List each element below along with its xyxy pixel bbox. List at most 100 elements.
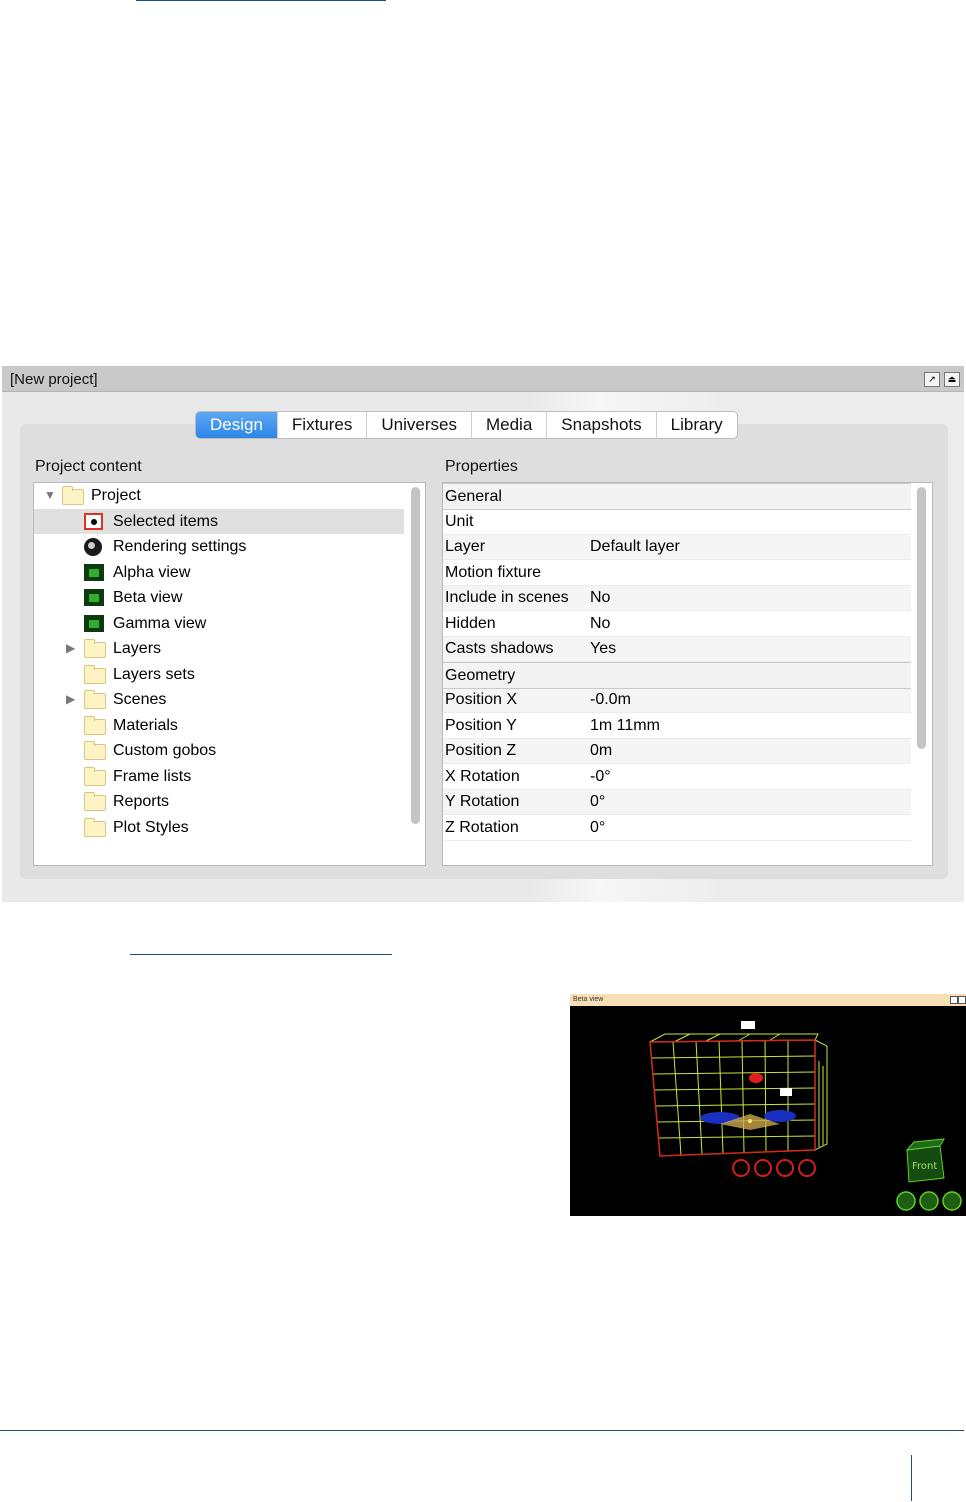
eject-icon[interactable] <box>958 996 966 1004</box>
tree-item-label: Gamma view <box>113 614 207 632</box>
folder-icon <box>84 690 106 709</box>
property-name: Include in scenes <box>445 589 569 606</box>
list-icon[interactable] <box>798 1159 816 1177</box>
eject-icon[interactable]: ⏏ <box>944 372 960 387</box>
property-name: Unit <box>445 512 474 530</box>
tab-fixtures[interactable]: Fixtures <box>276 412 367 438</box>
project-content-heading: Project content <box>35 458 142 475</box>
tree-item[interactable]: Selected items <box>34 508 404 534</box>
property-group-header[interactable]: Geometry <box>443 661 911 689</box>
property-row[interactable]: Position Y 1m 11mm <box>443 713 911 739</box>
property-row[interactable]: Unit <box>443 509 911 535</box>
menu-icon[interactable] <box>942 1191 962 1211</box>
footer-rule <box>0 1430 964 1431</box>
expand-arrow-icon[interactable]: ▼ <box>44 483 56 508</box>
tree-item[interactable]: Plot Styles <box>34 815 404 840</box>
tree-item[interactable]: ▶ Scenes <box>34 687 404 712</box>
viewport-controls[interactable] <box>732 1159 816 1177</box>
property-row[interactable]: Z Rotation 0° <box>443 815 911 841</box>
tree-item[interactable]: Alpha view <box>34 560 404 585</box>
orbit-icon[interactable] <box>896 1191 916 1211</box>
tree-item[interactable]: Rendering settings <box>34 534 404 559</box>
folder-icon <box>84 741 106 760</box>
tree-item[interactable]: Beta view <box>34 585 404 610</box>
tree-item-label: Beta view <box>113 589 183 606</box>
property-value[interactable]: 0m <box>590 738 612 763</box>
project-tree[interactable]: Plot Styles Reports Frame lists Custom gobo… <box>33 482 426 866</box>
pan-icon[interactable] <box>919 1191 939 1211</box>
refresh-icon[interactable] <box>776 1159 794 1177</box>
zoom-fit-icon[interactable] <box>732 1159 750 1177</box>
tree-item-label: Custom gobos <box>113 742 217 759</box>
tree-item-label: Project <box>91 487 141 504</box>
undock-icon[interactable]: ↗ <box>924 372 940 387</box>
property-value[interactable]: -0.0m <box>590 687 631 712</box>
property-value[interactable]: 0° <box>590 815 605 840</box>
property-row[interactable]: Casts shadows Yes <box>443 636 911 662</box>
property-name: Motion fixture <box>445 563 542 581</box>
tab-library[interactable]: Library <box>655 412 737 438</box>
property-name: General <box>445 488 502 505</box>
3d-viewport[interactable]: Front <box>570 1006 966 1216</box>
tree-item[interactable]: Custom gobos <box>34 738 404 763</box>
tab-universes[interactable]: Universes <box>366 412 471 438</box>
tree-item[interactable]: Frame lists <box>34 764 404 789</box>
property-value[interactable]: Default layer <box>590 534 680 559</box>
property-row[interactable]: Hidden No <box>443 611 911 637</box>
beta-view-title: Beta view <box>573 996 604 1003</box>
tree-item[interactable]: ▼ Project <box>34 483 404 508</box>
property-row[interactable]: Position X -0.0m <box>443 687 911 713</box>
property-name: Position Y <box>445 716 517 734</box>
tree-item[interactable]: Materials <box>34 713 404 738</box>
tree-item[interactable]: ▶ Layers <box>34 636 404 661</box>
property-name: Casts shadows <box>445 640 554 657</box>
undock-icon[interactable] <box>950 996 958 1004</box>
property-name: X Rotation <box>445 767 520 785</box>
top-rule <box>136 0 386 1</box>
property-value[interactable]: -0° <box>590 764 611 789</box>
tab-design[interactable]: Design <box>196 412 277 438</box>
property-row[interactable]: Layer Default layer <box>443 534 911 560</box>
property-group-header[interactable]: General <box>443 483 911 510</box>
tab-media[interactable]: Media <box>470 412 547 438</box>
nav-controls[interactable] <box>896 1191 962 1211</box>
property-value[interactable]: No <box>590 585 610 610</box>
section-rule <box>130 954 392 955</box>
property-name: Position Z <box>445 742 517 759</box>
stage-grid <box>649 1033 828 1157</box>
selection-icon <box>84 512 103 530</box>
tab-bar: Design Fixtures Universes Media Snapshots Lib… <box>195 411 738 439</box>
tree-scrollbar[interactable] <box>411 487 420 824</box>
properties-table[interactable]: Z Rotation 0° Y Rotation 0° X Rotation -0° Pos… <box>442 482 933 866</box>
folder-icon <box>84 817 106 837</box>
tree-item[interactable]: Gamma view <box>34 611 404 636</box>
property-value[interactable]: Yes <box>590 636 616 661</box>
tree-item-label: Selected items <box>113 512 218 530</box>
collapse-arrow-icon[interactable]: ▶ <box>66 687 75 712</box>
project-panel: [New project] ↗ ⏏ Design Fixtures Universe… <box>2 366 964 902</box>
properties-scrollbar[interactable] <box>917 487 926 749</box>
property-value[interactable]: No <box>590 611 610 636</box>
property-value[interactable]: 1m 11mm <box>590 713 660 738</box>
settings-icon[interactable] <box>754 1159 772 1177</box>
property-row[interactable]: Include in scenes No <box>443 585 911 611</box>
tree-item-label: Layers <box>113 640 162 657</box>
tree-item[interactable]: Reports <box>34 789 404 814</box>
collapse-arrow-icon[interactable]: ▶ <box>66 636 75 661</box>
property-row[interactable]: Motion fixture <box>443 560 911 586</box>
tree-item-label: Scenes <box>113 691 167 708</box>
property-row[interactable]: Y Rotation 0° <box>443 789 911 815</box>
folder-icon <box>84 715 106 735</box>
tree-item-label: Materials <box>113 716 178 734</box>
view-icon <box>84 563 104 581</box>
property-name: Z Rotation <box>445 818 519 836</box>
view-cube-label: Front <box>912 1161 937 1172</box>
tab-snapshots[interactable]: Snapshots <box>546 412 656 438</box>
property-row[interactable]: X Rotation -0° <box>443 764 911 790</box>
property-row[interactable]: Position Z 0m <box>443 738 911 764</box>
view-cube[interactable]: Front <box>905 1138 945 1183</box>
tree-item[interactable]: Layers sets <box>34 662 404 687</box>
property-name: Y Rotation <box>445 793 520 810</box>
property-value[interactable]: 0° <box>590 789 605 814</box>
tree-item-label: Rendering settings <box>113 538 247 555</box>
